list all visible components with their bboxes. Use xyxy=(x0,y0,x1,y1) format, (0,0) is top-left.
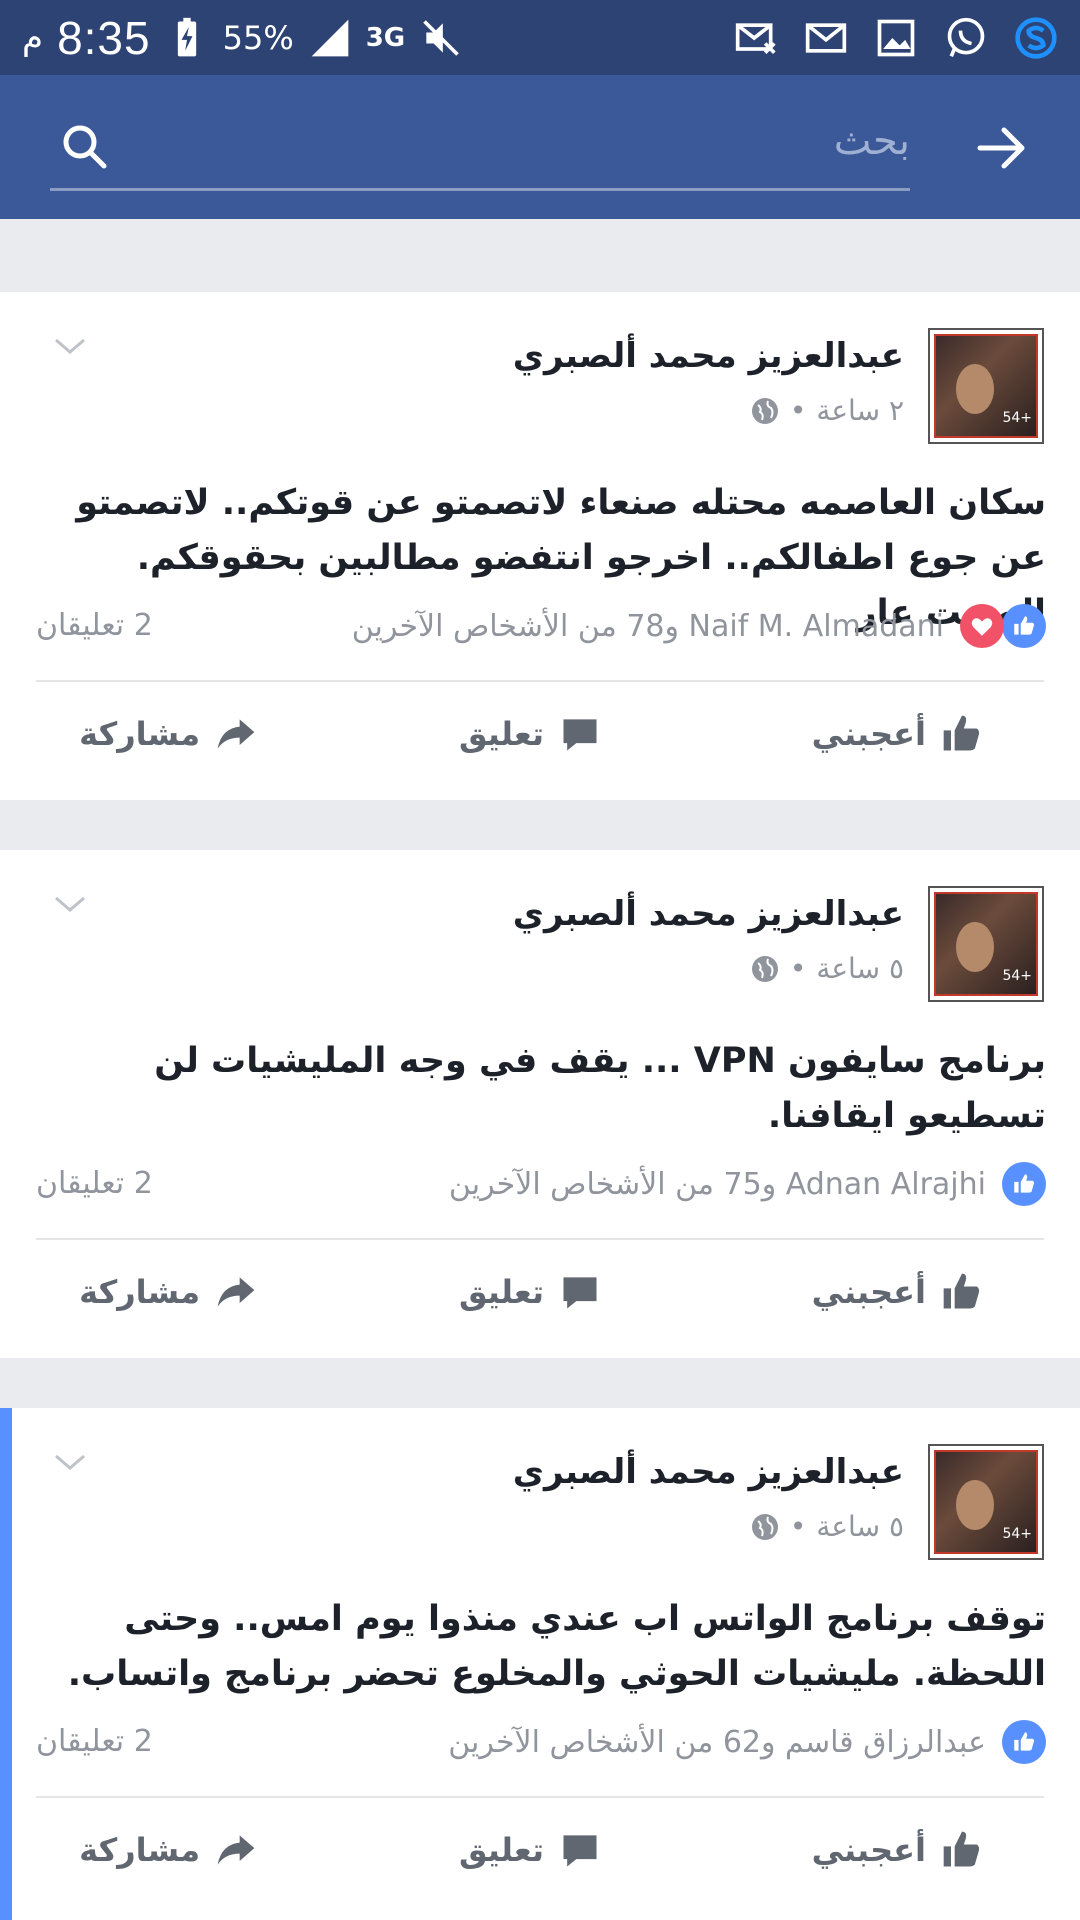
share-icon xyxy=(217,1277,255,1307)
avatar[interactable]: 54+ xyxy=(928,1444,1044,1560)
comment-icon xyxy=(563,719,597,751)
comment-icon xyxy=(563,1277,597,1309)
post-author[interactable]: عبدالعزيز محمد ألصبري xyxy=(513,894,904,934)
network-type: 3G xyxy=(365,22,406,53)
share-button[interactable]: مشاركة xyxy=(79,1270,258,1314)
comment-button[interactable]: تعليق xyxy=(459,1828,602,1872)
post-text: توقف برنامج الواتس اب عندي منذوا يوم امس… xyxy=(67,1599,1046,1694)
battery-level: 55% xyxy=(222,18,294,57)
share-label: مشاركة xyxy=(79,1273,200,1311)
avatar[interactable]: 54+ xyxy=(928,886,1044,1002)
post-card: 54+ عبدالعزيز محمد ألصبري ٢ ساعة • سكان … xyxy=(0,292,1080,800)
mute-icon xyxy=(419,16,463,60)
mail-icon xyxy=(804,16,848,60)
comment-button[interactable]: تعليق xyxy=(459,1270,602,1314)
search-icon[interactable] xyxy=(60,122,108,170)
app-s-icon xyxy=(1014,16,1058,60)
like-label: أعجبني xyxy=(811,1831,926,1869)
like-button[interactable]: أعجبني xyxy=(812,712,984,756)
post-text: برنامج سايفون VPN ... يقف في وجه المليشي… xyxy=(154,1041,1046,1136)
reactors-text: Adnan Alrajhi و75 من الأشخاص الآخرين xyxy=(448,1166,986,1202)
post-author[interactable]: عبدالعزيز محمد ألصبري xyxy=(513,336,904,376)
comment-label: تعليق xyxy=(458,1273,544,1311)
like-label: أعجبني xyxy=(811,1273,926,1311)
comments-count[interactable]: 2 تعليقان xyxy=(36,1724,153,1759)
post-time[interactable]: ٥ ساعة xyxy=(816,1510,904,1543)
like-label: أعجبني xyxy=(811,715,926,753)
status-ampm: م xyxy=(22,17,44,58)
chevron-down-icon[interactable] xyxy=(52,886,88,922)
comments-count[interactable]: 2 تعليقان xyxy=(36,608,153,643)
thumbs-up-icon xyxy=(943,1831,980,1867)
post-card: 54+ عبدالعزيز محمد ألصبري ٥ ساعة • توقف … xyxy=(0,1408,1080,1920)
share-label: مشاركة xyxy=(79,1831,200,1869)
back-arrow-icon[interactable] xyxy=(974,120,1030,176)
status-time: 8:35 xyxy=(57,11,151,64)
post-card: 54+ عبدالعزيز محمد ألصبري ٥ ساعة • برنام… xyxy=(0,850,1080,1358)
search-header xyxy=(0,75,1080,219)
reactions-summary[interactable]: عبدالرزاق قاسم و62 من الأشخاص الآخرين xyxy=(448,1720,1046,1764)
avatar[interactable]: 54+ xyxy=(928,328,1044,444)
like-reaction-icon xyxy=(1002,1162,1046,1206)
image-icon xyxy=(874,16,918,60)
globe-icon xyxy=(750,954,780,984)
comment-label: تعليق xyxy=(458,715,544,753)
like-reaction-icon xyxy=(1002,604,1046,648)
post-meta: ٥ ساعة • xyxy=(750,1510,904,1543)
post-time[interactable]: ٢ ساعة xyxy=(816,394,904,427)
thumbs-up-icon xyxy=(943,1273,980,1309)
comment-button[interactable]: تعليق xyxy=(459,712,602,756)
whatsapp-icon xyxy=(944,16,988,60)
divider xyxy=(36,680,1044,682)
like-button[interactable]: أعجبني xyxy=(812,1270,984,1314)
mail-failed-icon xyxy=(734,16,778,60)
globe-icon xyxy=(750,1512,780,1542)
reactors-text: Naif M. Almadani و78 من الأشخاص الآخرين xyxy=(351,608,944,644)
comments-count[interactable]: 2 تعليقان xyxy=(36,1166,153,1201)
reactors-text: عبدالرزاق قاسم و62 من الأشخاص الآخرين xyxy=(448,1724,986,1760)
like-reaction-icon xyxy=(1002,1720,1046,1764)
chevron-down-icon[interactable] xyxy=(52,328,88,364)
share-icon xyxy=(217,1835,255,1865)
status-bar: م 8:35 55% 3G xyxy=(0,0,1080,75)
love-reaction-icon xyxy=(960,604,1004,648)
post-author[interactable]: عبدالعزيز محمد ألصبري xyxy=(513,1452,904,1492)
thumbs-up-icon xyxy=(943,715,980,751)
post-time[interactable]: ٥ ساعة xyxy=(816,952,904,985)
globe-icon xyxy=(750,396,780,426)
meta-dot: • xyxy=(789,1510,807,1543)
divider xyxy=(36,1796,1044,1798)
share-button[interactable]: مشاركة xyxy=(79,712,258,756)
chevron-down-icon[interactable] xyxy=(52,1444,88,1480)
comment-label: تعليق xyxy=(458,1831,544,1869)
divider xyxy=(36,1238,1044,1240)
like-button[interactable]: أعجبني xyxy=(812,1828,984,1872)
reactions-summary[interactable]: Adnan Alrajhi و75 من الأشخاص الآخرين xyxy=(449,1162,1046,1206)
meta-dot: • xyxy=(789,394,807,427)
meta-dot: • xyxy=(789,952,807,985)
comment-icon xyxy=(563,1835,597,1867)
post-meta: ٥ ساعة • xyxy=(750,952,904,985)
reactions-summary[interactable]: Naif M. Almadani و78 من الأشخاص الآخرين xyxy=(352,604,1046,648)
share-icon xyxy=(217,719,255,749)
post-meta: ٢ ساعة • xyxy=(750,394,904,427)
signal-icon xyxy=(308,16,352,60)
search-input[interactable]: بحث xyxy=(834,118,910,164)
battery-charging-icon xyxy=(165,16,209,60)
share-button[interactable]: مشاركة xyxy=(79,1828,258,1872)
search-underline xyxy=(50,188,910,191)
share-label: مشاركة xyxy=(79,715,200,753)
